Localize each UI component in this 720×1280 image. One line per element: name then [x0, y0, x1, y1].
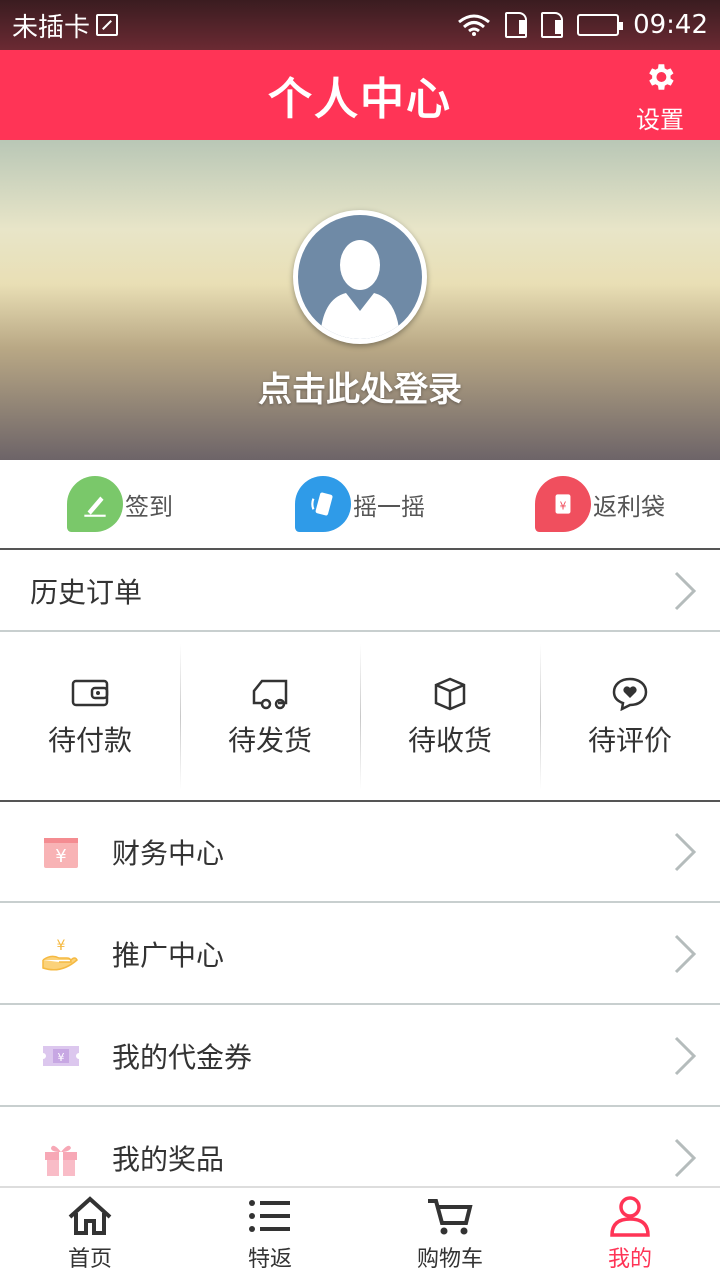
chevron-right-icon — [674, 934, 697, 974]
svg-text:¥: ¥ — [55, 846, 66, 867]
tab-special-rebate-label: 特返 — [247, 1247, 292, 1272]
box-icon — [434, 677, 466, 711]
profile-banner: 点击此处登录 — [0, 140, 720, 460]
cart-icon — [428, 1199, 473, 1235]
svg-text:¥: ¥ — [57, 938, 66, 954]
rebate-bag-button[interactable]: ¥ 返利袋 — [480, 460, 720, 548]
pending-shipment-label: 待发货 — [227, 724, 312, 757]
tab-home[interactable]: 首页 — [0, 1188, 180, 1280]
list-icon — [249, 1200, 290, 1232]
tab-mine[interactable]: 我的 — [540, 1188, 720, 1280]
chevron-right-icon — [674, 1138, 697, 1178]
menu-item-finance[interactable]: ¥ 财务中心 — [0, 803, 720, 903]
pending-shipment-button[interactable]: 待发货 — [180, 634, 360, 800]
promotion-icon: ¥ — [40, 933, 82, 975]
sim-card-2-icon — [541, 12, 564, 38]
rebate-bag-label: 返利袋 — [593, 492, 665, 521]
carrier-label: 未插卡 — [12, 12, 91, 43]
pencil-icon — [67, 476, 123, 532]
rebate-bag-icon: ¥ — [535, 476, 591, 532]
chevron-right-icon — [674, 1036, 697, 1076]
chevron-right-icon — [674, 832, 697, 872]
pending-review-button[interactable]: 待评价 — [540, 634, 720, 800]
default-user-icon — [320, 240, 400, 339]
quick-actions: 签到 摇一摇 ¥ 返利袋 — [0, 460, 720, 550]
avatar[interactable] — [293, 210, 427, 344]
no-sim-icon — [96, 14, 119, 36]
settings-label: 设置 — [636, 106, 684, 134]
tab-mine-label: 我的 — [607, 1247, 652, 1272]
wifi-icon — [458, 14, 490, 36]
voucher-icon: ¥ — [40, 1035, 82, 1077]
pending-receipt-button[interactable]: 待收货 — [360, 634, 540, 800]
menu-label-prizes: 我的奖品 — [112, 1143, 225, 1176]
tab-special-rebate[interactable]: 特返 — [180, 1188, 360, 1280]
chevron-right-icon — [674, 571, 697, 611]
pending-review-label: 待评价 — [587, 724, 672, 757]
battery-icon — [577, 14, 624, 36]
menu-label-finance: 财务中心 — [112, 837, 225, 870]
sim-card-icon — [505, 12, 528, 38]
history-orders-label: 历史订单 — [30, 576, 143, 609]
pending-receipt-label: 待收货 — [407, 724, 492, 757]
wallet-icon — [71, 679, 109, 707]
carrier-info: 未插卡 — [12, 7, 119, 44]
shake-label: 摇一摇 — [353, 492, 425, 521]
gift-icon — [40, 1137, 82, 1179]
home-icon — [68, 1196, 112, 1235]
checkin-button[interactable]: 签到 — [0, 460, 240, 548]
tab-cart-label: 购物车 — [416, 1247, 483, 1272]
bottom-tab-bar: 首页 特返 购物车 我的 — [0, 1186, 720, 1280]
status-bar: 未插卡 09:42 — [0, 0, 720, 50]
shake-phone-icon — [295, 476, 351, 532]
settings-button[interactable]: 设置 — [636, 60, 684, 135]
menu-item-vouchers[interactable]: ¥ 我的代金券 — [0, 1007, 720, 1107]
order-status-grid: 待付款 待发货 待收货 待评价 — [0, 634, 720, 802]
truck-icon — [252, 679, 288, 710]
login-link[interactable]: 点击此处登录 — [0, 362, 720, 411]
menu-item-promotion[interactable]: ¥ 推广中心 — [0, 905, 720, 1005]
clock: 09:42 — [633, 10, 708, 40]
app-header: 个人中心 设置 — [0, 50, 720, 140]
tab-home-label: 首页 — [67, 1247, 112, 1272]
history-orders-row[interactable]: 历史订单 — [0, 552, 720, 632]
menu-label-vouchers: 我的代金券 — [112, 1041, 253, 1074]
page-title: 个人中心 — [268, 74, 452, 125]
svg-text:¥: ¥ — [58, 1051, 65, 1064]
pending-payment-label: 待付款 — [47, 724, 132, 757]
user-icon — [610, 1196, 650, 1237]
svg-text:¥: ¥ — [560, 499, 567, 512]
comment-heart-icon — [612, 677, 648, 711]
menu-label-promotion: 推广中心 — [112, 939, 225, 972]
checkin-label: 签到 — [125, 492, 173, 521]
gear-icon — [649, 64, 674, 90]
finance-icon: ¥ — [40, 831, 82, 873]
pending-payment-button[interactable]: 待付款 — [0, 634, 180, 800]
tab-cart[interactable]: 购物车 — [360, 1188, 540, 1280]
shake-button[interactable]: 摇一摇 — [240, 460, 480, 548]
